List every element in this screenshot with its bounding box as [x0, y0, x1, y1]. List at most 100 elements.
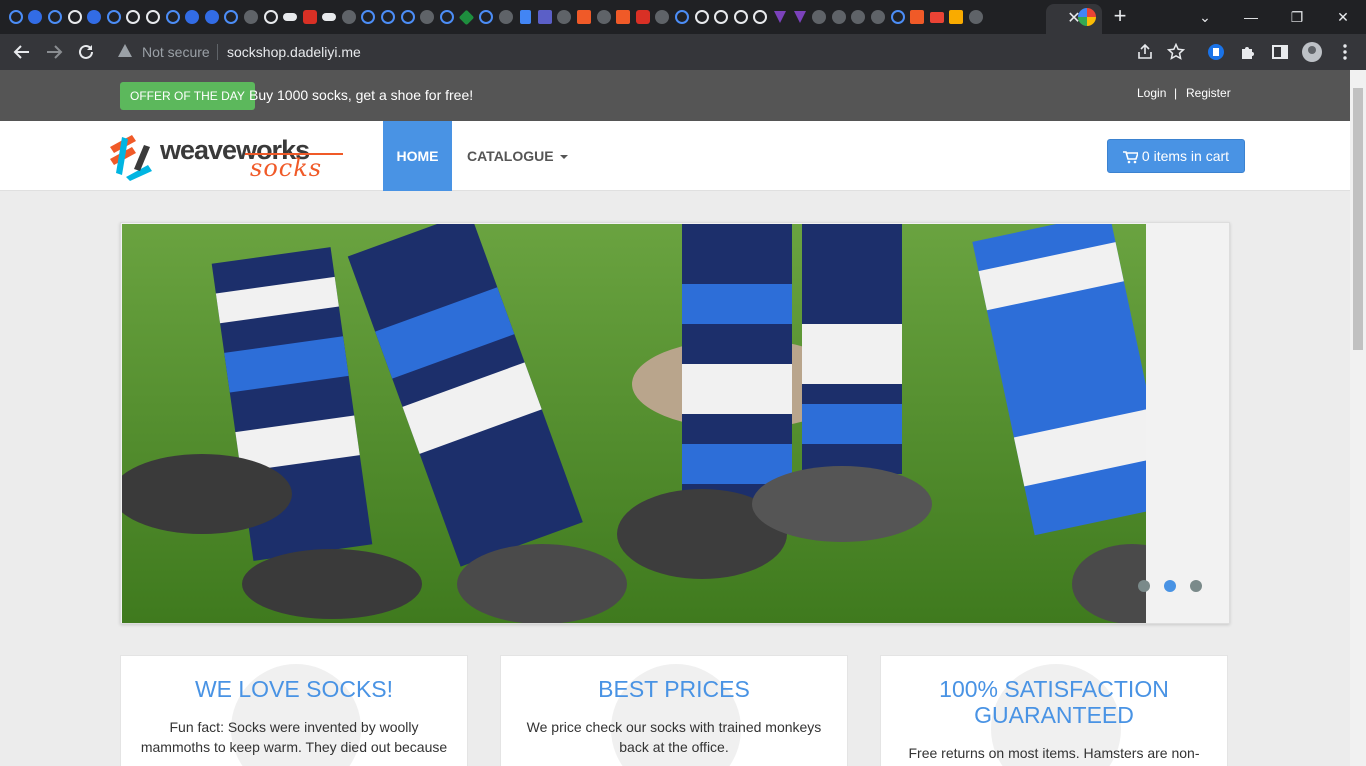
- pinned-tab-icon[interactable]: [182, 7, 202, 27]
- pinned-tab-icon[interactable]: [104, 7, 124, 27]
- extension-bitwarden-icon[interactable]: [1207, 43, 1225, 61]
- new-tab-button[interactable]: +: [1108, 5, 1132, 29]
- pinned-tab-icon[interactable]: [320, 7, 340, 27]
- pinned-tab-icon[interactable]: [515, 7, 535, 27]
- reload-button[interactable]: [74, 40, 98, 64]
- profile-avatar[interactable]: [1301, 41, 1323, 63]
- carousel-dot-3[interactable]: [1190, 580, 1202, 592]
- register-link[interactable]: Register: [1186, 86, 1231, 100]
- favicon-icon: [635, 10, 650, 24]
- pinned-tab-icon[interactable]: [476, 7, 496, 27]
- scrollbar-thumb[interactable]: [1353, 88, 1363, 350]
- nav-home[interactable]: HOME: [383, 121, 452, 191]
- pinned-tab-icon[interactable]: [711, 7, 731, 27]
- menu-kebab-icon[interactable]: [1336, 43, 1354, 61]
- carousel-dot-1[interactable]: [1138, 580, 1150, 592]
- back-button[interactable]: [10, 40, 34, 64]
- pinned-tab-icon[interactable]: [65, 7, 85, 27]
- warning-icon[interactable]: [118, 44, 132, 57]
- feature-card-satisfaction: 100% SATISFACTION GUARANTEED Free return…: [880, 655, 1228, 766]
- pinned-tab-icon[interactable]: [143, 7, 163, 27]
- favicon-icon: [812, 10, 827, 24]
- feature-text: We price check our socks with trained mo…: [526, 719, 822, 755]
- pinned-tab-icon[interactable]: [731, 7, 751, 27]
- hero-carousel[interactable]: [120, 222, 1230, 624]
- favicon-icon: [753, 10, 768, 24]
- pinned-tab-icon[interactable]: [809, 7, 829, 27]
- favicon-icon: [870, 10, 885, 24]
- tab-search-icon[interactable]: ⌄: [1182, 0, 1228, 34]
- minimize-button[interactable]: —: [1228, 0, 1274, 34]
- security-status[interactable]: Not secure: [142, 44, 210, 60]
- pinned-tab-icon[interactable]: [633, 7, 653, 27]
- pinned-tab-icon[interactable]: [888, 7, 908, 27]
- pinned-tab-icon[interactable]: [359, 7, 379, 27]
- favicon-icon: [949, 10, 964, 24]
- pinned-tab-icon[interactable]: [770, 7, 790, 27]
- favicon-icon: [655, 10, 670, 24]
- pinned-tab-icon[interactable]: [790, 7, 810, 27]
- forward-button[interactable]: [42, 40, 66, 64]
- favicon-icon: [263, 10, 278, 24]
- weaveworks-socks-logo[interactable]: weaveworks socks: [104, 129, 344, 182]
- pinned-tab-icon[interactable]: [457, 7, 477, 27]
- url-text[interactable]: sockshop.dadeliyi.me: [227, 44, 361, 60]
- pinned-tab-icon[interactable]: [222, 7, 242, 27]
- pinned-tab-icon[interactable]: [241, 7, 261, 27]
- pinned-tab-icon[interactable]: [947, 7, 967, 27]
- pinned-tab-icon[interactable]: [613, 7, 633, 27]
- page-scrollbar[interactable]: [1350, 70, 1366, 766]
- pinned-tab-icon[interactable]: [692, 7, 712, 27]
- pinned-tab-icon[interactable]: [437, 7, 457, 27]
- pinned-tab-icon[interactable]: [124, 7, 144, 27]
- pinned-tab-icon[interactable]: [45, 7, 65, 27]
- offer-badge[interactable]: OFFER OF THE DAY: [120, 82, 255, 110]
- pinned-tab-icon[interactable]: [496, 7, 516, 27]
- extensions-puzzle-icon[interactable]: [1239, 43, 1257, 61]
- pinned-tab-icon[interactable]: [751, 7, 771, 27]
- pinned-tab-icon[interactable]: [417, 7, 437, 27]
- back-arrow-icon: [13, 45, 29, 59]
- nav-catalogue-dropdown[interactable]: CATALOGUE: [467, 121, 568, 191]
- pinned-tab-icon[interactable]: [829, 7, 849, 27]
- pinned-tab-icon[interactable]: [163, 7, 183, 27]
- pinned-tab-icon[interactable]: [84, 7, 104, 27]
- favicon-icon: [47, 10, 62, 24]
- pinned-tab-icon[interactable]: [6, 7, 26, 27]
- pinned-tab-icon[interactable]: [574, 7, 594, 27]
- address-bar[interactable]: Not secure sockshop.dadeliyi.me: [104, 37, 1196, 67]
- share-icon[interactable]: [1136, 43, 1154, 61]
- favicon-icon: [302, 10, 317, 24]
- restore-button[interactable]: ❐: [1274, 0, 1320, 34]
- pinned-tab-icon[interactable]: [555, 7, 575, 27]
- google-tab-icon[interactable]: [1078, 8, 1096, 26]
- pinned-tab-icon[interactable]: [378, 7, 398, 27]
- side-panel-icon[interactable]: [1271, 43, 1289, 61]
- carousel-dot-2[interactable]: [1164, 580, 1176, 592]
- pinned-tab-icon[interactable]: [300, 7, 320, 27]
- pinned-tab-icon[interactable]: [927, 7, 947, 27]
- favicon-icon: [968, 10, 983, 24]
- pinned-tab-icon[interactable]: [653, 7, 673, 27]
- pinned-tab-icon[interactable]: [849, 7, 869, 27]
- pinned-tab-icon[interactable]: [202, 7, 222, 27]
- feature-text: Fun fact: Socks were invented by woolly …: [140, 719, 448, 755]
- pinned-tab-icon[interactable]: [868, 7, 888, 27]
- pinned-tab-icon[interactable]: [398, 7, 418, 27]
- pinned-tab-icon[interactable]: [261, 7, 281, 27]
- pinned-tab-icon[interactable]: [966, 7, 986, 27]
- pinned-tab-icon[interactable]: [280, 7, 300, 27]
- favicon-icon: [106, 10, 121, 24]
- favicon-icon: [851, 10, 866, 24]
- pinned-tab-icon[interactable]: [594, 7, 614, 27]
- bookmark-star-icon[interactable]: [1167, 43, 1185, 61]
- cart-button[interactable]: 0 items in cart: [1107, 139, 1245, 173]
- pinned-tab-icon[interactable]: [672, 7, 692, 27]
- favicon-icon: [126, 10, 141, 24]
- pinned-tab-icon[interactable]: [907, 7, 927, 27]
- close-window-button[interactable]: ✕: [1320, 0, 1366, 34]
- pinned-tab-icon[interactable]: [535, 7, 555, 27]
- pinned-tab-icon[interactable]: [26, 7, 46, 27]
- login-link[interactable]: Login: [1137, 86, 1166, 100]
- pinned-tab-icon[interactable]: [339, 7, 359, 27]
